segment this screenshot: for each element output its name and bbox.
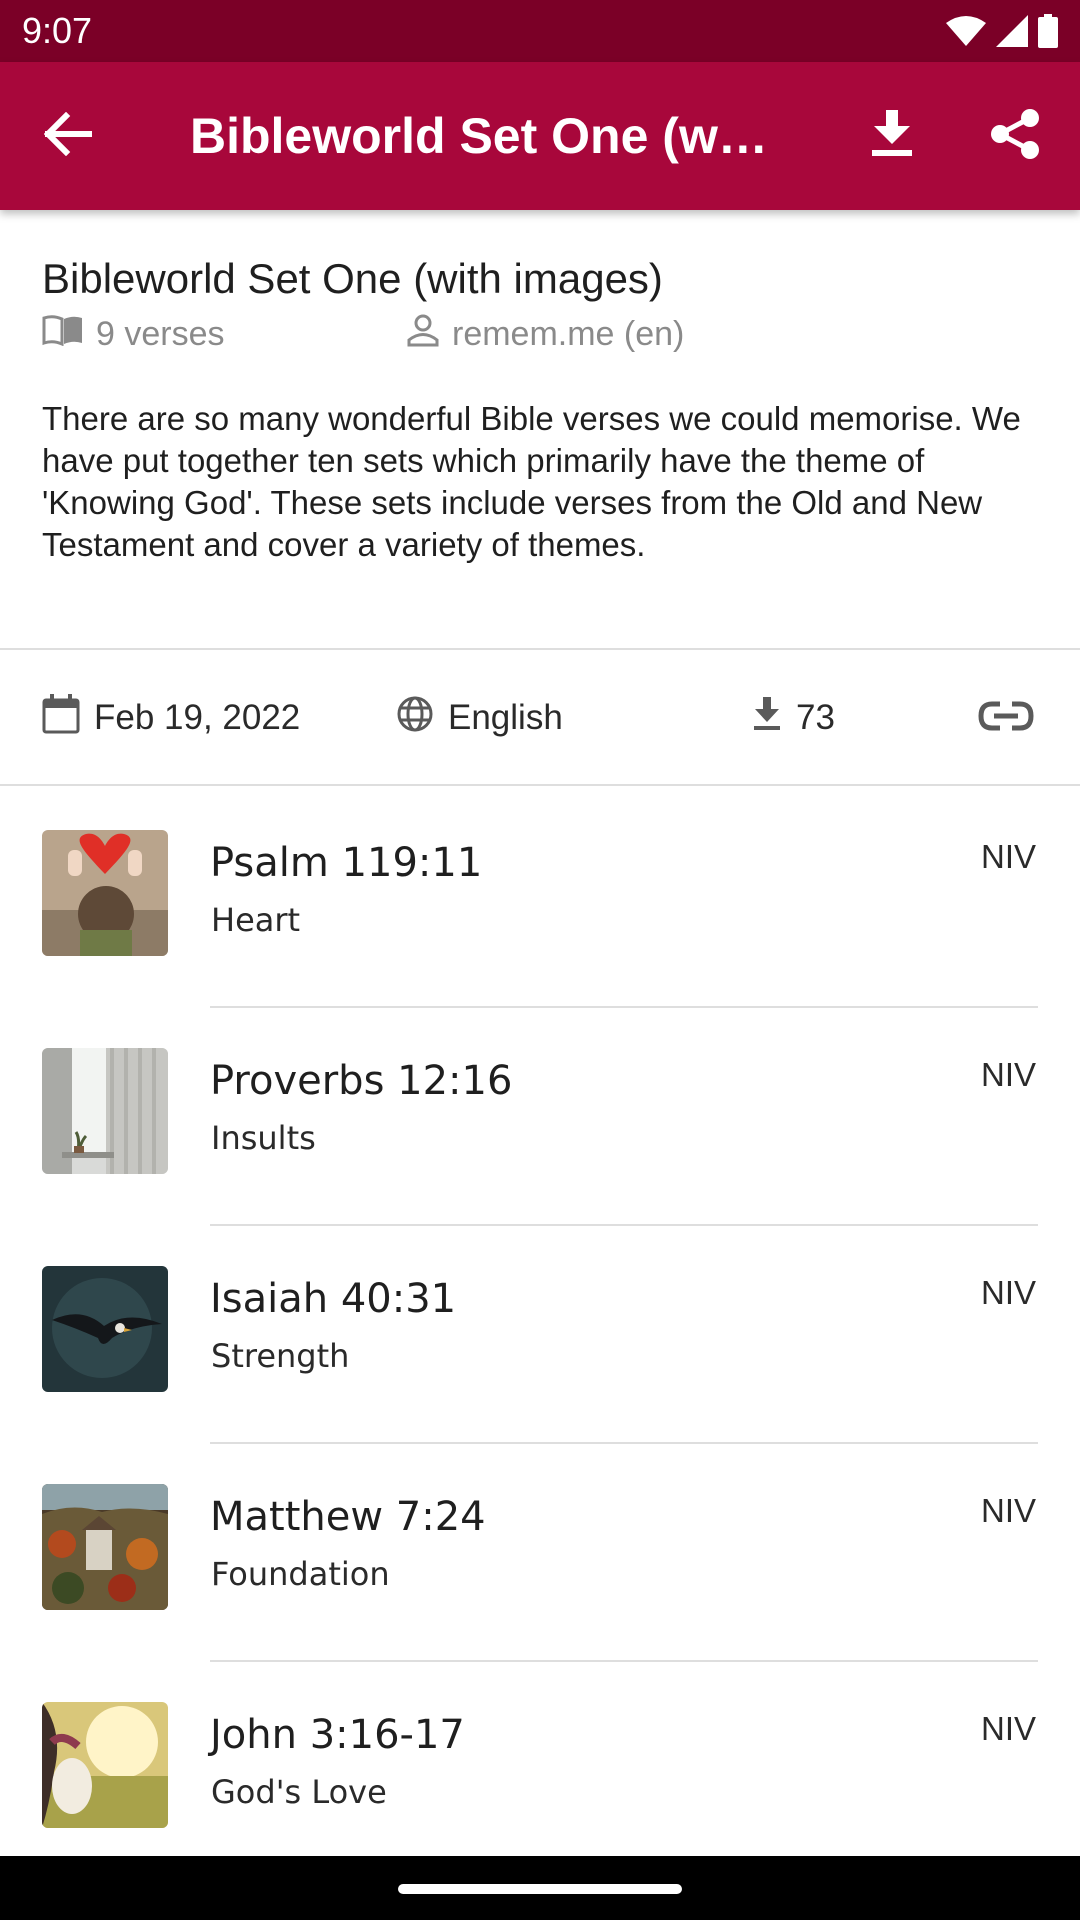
verse-thumbnail	[42, 1266, 168, 1392]
share-button[interactable]	[988, 106, 1044, 166]
verse-topic: Strength	[211, 1337, 350, 1375]
app-bar: Bibleworld Set One (with images)	[0, 62, 1080, 210]
verse-topic: God's Love	[211, 1773, 387, 1811]
share-icon	[990, 108, 1042, 165]
wifi-icon	[946, 15, 986, 47]
verse-count-label: 9 verses	[96, 314, 225, 353]
app-bar-title: Bibleworld Set One (with images)	[190, 108, 780, 164]
verse-reference: Matthew 7:24	[210, 1494, 486, 1540]
author-label: remem.me (en)	[452, 314, 685, 353]
status-bar: 9:07	[0, 0, 1080, 62]
verse-reference: Psalm 119:11	[210, 840, 483, 886]
verse-topic: Insults	[211, 1119, 316, 1157]
status-time: 9:07	[22, 10, 93, 51]
link-icon	[978, 700, 1034, 741]
globe-icon	[396, 695, 434, 742]
verse-list-item[interactable]: John 3:16-17 God's Love NIV	[0, 1662, 1080, 1880]
verse-reference: Proverbs 12:16	[210, 1058, 513, 1104]
verse-topic: Foundation	[211, 1555, 390, 1593]
verse-version: NIV	[980, 1492, 1036, 1529]
download-count-icon	[752, 696, 782, 740]
back-button[interactable]	[40, 111, 96, 161]
navigation-bar	[0, 1856, 1080, 1920]
verse-version: NIV	[980, 1274, 1036, 1311]
verse-version: NIV	[980, 1056, 1036, 1093]
verse-thumbnail	[42, 1484, 168, 1610]
language: English	[396, 694, 563, 742]
calendar-icon	[42, 693, 80, 743]
verse-thumbnail	[42, 1702, 168, 1828]
language-label: English	[448, 698, 563, 737]
set-meta: 9 verses remem.me (en)	[42, 310, 1042, 358]
verse-version: NIV	[980, 1710, 1036, 1747]
verse-list-item[interactable]: Matthew 7:24 Foundation NIV	[0, 1444, 1080, 1662]
verse-list-item[interactable]: Isaiah 40:31 Strength NIV	[0, 1226, 1080, 1444]
battery-icon	[1038, 14, 1058, 48]
book-icon	[42, 314, 84, 355]
verse-count: 9 verses	[42, 310, 225, 358]
verse-list-item[interactable]: Proverbs 12:16 Insults NIV	[0, 1008, 1080, 1226]
set-title: Bibleworld Set One (with images)	[42, 255, 663, 302]
verse-thumbnail	[42, 1048, 168, 1174]
verse-version: NIV	[980, 838, 1036, 875]
verse-list-item[interactable]: Psalm 119:11 Heart NIV	[0, 790, 1080, 1008]
verse-thumbnail	[42, 830, 168, 956]
download-button[interactable]	[866, 106, 918, 166]
home-gesture-handle[interactable]	[398, 1884, 682, 1894]
divider	[0, 784, 1080, 786]
verse-reference: Isaiah 40:31	[210, 1276, 457, 1322]
download-count: 73	[752, 694, 835, 742]
cell-signal-icon	[996, 15, 1028, 47]
author[interactable]: remem.me (en)	[406, 310, 684, 358]
status-icons	[946, 14, 1058, 48]
info-row: Feb 19, 2022 English 73	[0, 650, 1080, 786]
verse-topic: Heart	[211, 901, 301, 939]
copy-link-button[interactable]	[978, 696, 1034, 744]
person-icon	[406, 313, 440, 356]
set-description: There are so many wonderful Bible verses…	[42, 400, 1021, 563]
publish-date: Feb 19, 2022	[42, 693, 301, 743]
publish-date-label: Feb 19, 2022	[94, 698, 301, 737]
download-icon	[872, 109, 912, 163]
verse-reference: John 3:16-17	[210, 1712, 465, 1758]
arrow-back-icon	[43, 111, 93, 161]
download-count-label: 73	[796, 698, 835, 737]
